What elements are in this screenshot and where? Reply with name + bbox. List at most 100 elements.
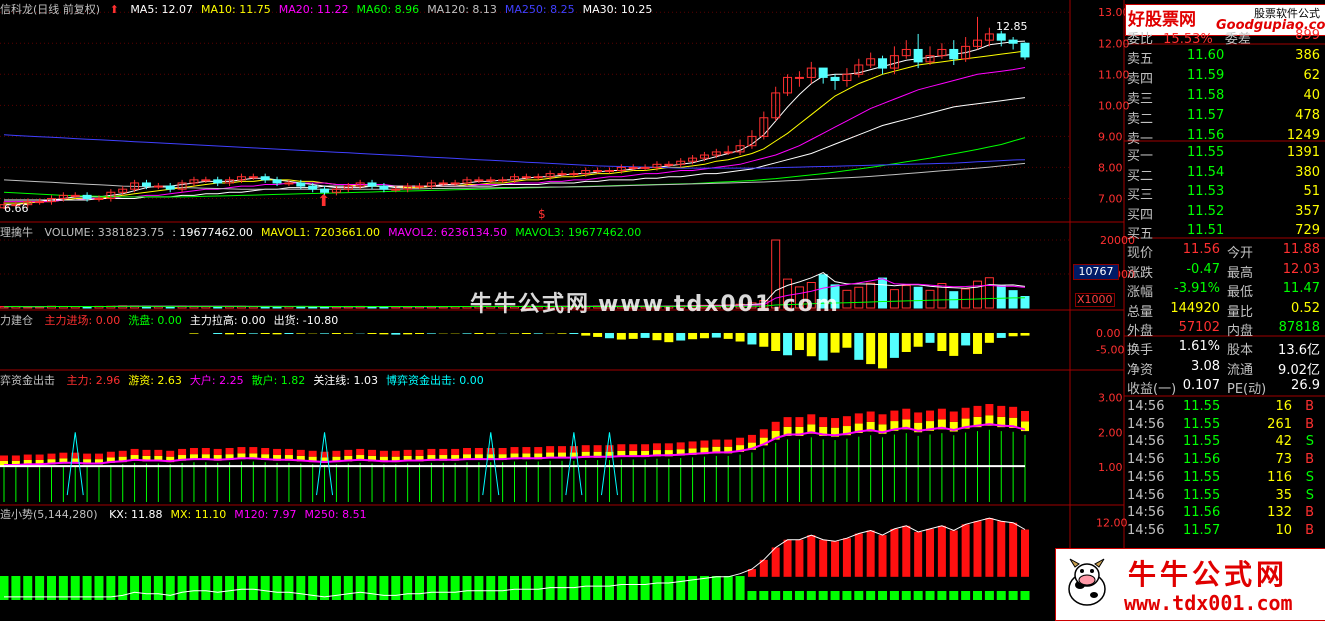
trend-bar-red bbox=[855, 534, 863, 577]
trend-bar-green bbox=[439, 576, 448, 600]
game-bar-red bbox=[451, 449, 459, 455]
volume-bar bbox=[926, 290, 934, 308]
candle-body bbox=[795, 77, 803, 78]
stat-value: 12.03 bbox=[1283, 262, 1320, 277]
price-indicator-3: MA60: 8.96 bbox=[356, 3, 419, 16]
game-bar-red bbox=[119, 451, 127, 457]
stat-value: 26.9 bbox=[1291, 378, 1320, 393]
trend-bar-green bbox=[807, 591, 816, 600]
candle-body bbox=[71, 195, 79, 196]
tick-time: 14:56 bbox=[1127, 434, 1164, 449]
buy-row: 买二11.54380 bbox=[1127, 165, 1322, 183]
candle-body bbox=[309, 186, 317, 189]
candle-body bbox=[534, 177, 542, 178]
candle-body bbox=[261, 177, 269, 180]
buy-label: 买二 bbox=[1127, 165, 1153, 184]
volume-bar bbox=[843, 290, 851, 308]
trend-bar-green bbox=[1009, 591, 1018, 600]
stat-row: 涨跌-0.47最高12.03 bbox=[1127, 262, 1322, 280]
sell-label: 卖三 bbox=[1127, 88, 1153, 107]
ma-line-ma250 bbox=[4, 135, 1025, 168]
stat-label: 股本 bbox=[1227, 339, 1253, 358]
trend-title: 造小势(5,144,280) bbox=[0, 508, 98, 521]
weicha-value: 899 bbox=[1295, 28, 1320, 43]
center-watermark-cn: 牛牛公式网 bbox=[470, 292, 590, 317]
game-bar-red bbox=[890, 411, 898, 421]
trend-bar-green bbox=[261, 576, 270, 600]
stat-value: 3.08 bbox=[1191, 359, 1220, 374]
capital-bar bbox=[997, 333, 1006, 338]
game-bar-red bbox=[748, 435, 756, 443]
game-bar-red bbox=[463, 448, 471, 454]
trend-bar-red bbox=[807, 535, 815, 577]
tick-price: 11.55 bbox=[1183, 417, 1220, 432]
game-bar-red bbox=[154, 450, 162, 456]
tick-price: 11.56 bbox=[1183, 505, 1220, 520]
trend-bar-green bbox=[415, 576, 424, 600]
capital-bar bbox=[629, 333, 638, 339]
trend-bar-red bbox=[914, 532, 922, 577]
trend-bar-green bbox=[237, 576, 246, 600]
game-bar-red bbox=[36, 455, 44, 460]
tick-row: 14:5611.5516B bbox=[1127, 399, 1322, 417]
tick-side: S bbox=[1306, 488, 1314, 503]
sell-volume: 478 bbox=[1295, 108, 1320, 123]
stat-label: 换手 bbox=[1127, 339, 1153, 358]
capital-indicator-1: 洗盘: 0.00 bbox=[128, 314, 182, 327]
game-legend: 弈资金出击 主力: 2.96游资: 2.63大户: 2.25散户: 1.82关注… bbox=[0, 372, 484, 388]
stat-value: 11.47 bbox=[1283, 281, 1320, 296]
game-bar-red bbox=[249, 447, 257, 453]
volume-bar bbox=[914, 287, 922, 308]
game-bar-red bbox=[855, 413, 863, 423]
tick-volume: 42 bbox=[1275, 434, 1292, 449]
candle-body bbox=[1009, 40, 1017, 43]
candle-body bbox=[416, 186, 424, 187]
trend-bar-green bbox=[747, 591, 756, 600]
capital-bar bbox=[415, 333, 424, 334]
tick-side: B bbox=[1305, 417, 1314, 432]
game-bar-red bbox=[831, 418, 839, 428]
tick-price: 11.55 bbox=[1183, 434, 1220, 449]
game-bar-red bbox=[1021, 411, 1029, 421]
game-tick-label: 2.00 bbox=[1098, 426, 1123, 439]
buy-price: 11.52 bbox=[1187, 204, 1224, 219]
tick-time: 14:56 bbox=[1127, 505, 1164, 520]
game-bar-red bbox=[285, 449, 293, 455]
high-price-label: 12.85 bbox=[996, 20, 1028, 33]
capital-bar bbox=[581, 333, 590, 336]
sell-volume: 62 bbox=[1303, 68, 1320, 83]
stat-label: 收益(一) bbox=[1127, 378, 1176, 397]
stat-label: 涨跌 bbox=[1127, 262, 1153, 281]
candle-body bbox=[475, 180, 483, 181]
trend-bar-green bbox=[700, 576, 709, 600]
capital-bar bbox=[249, 333, 258, 334]
tick-time: 14:56 bbox=[1127, 399, 1164, 414]
stat-value: 9.02亿 bbox=[1278, 359, 1320, 378]
tick-row: 14:5611.5535S bbox=[1127, 488, 1322, 506]
weibi-value: 15.53% bbox=[1163, 32, 1213, 47]
capital-bar bbox=[1009, 333, 1018, 336]
volume-indicator-3: MAVOL2: 6236134.50 bbox=[388, 226, 507, 239]
candle-body bbox=[392, 189, 400, 190]
candle-body bbox=[570, 174, 578, 175]
trend-bar-green bbox=[736, 576, 745, 600]
buy-label: 买五 bbox=[1127, 223, 1153, 242]
game-bar-red bbox=[712, 440, 720, 447]
capital-bar bbox=[463, 333, 472, 334]
game-bar-red bbox=[190, 448, 198, 454]
volume-bar bbox=[902, 286, 910, 308]
trend-bar-green bbox=[427, 576, 436, 600]
game-bar-red bbox=[689, 441, 697, 448]
game-bar-red bbox=[427, 449, 435, 455]
game-bar-red bbox=[0, 455, 8, 460]
capital-bar bbox=[937, 333, 946, 351]
candle-body bbox=[629, 167, 637, 168]
trend-bar-green bbox=[332, 576, 341, 600]
tick-volume: 10 bbox=[1275, 523, 1292, 538]
buy-row: 买一11.551391 bbox=[1127, 145, 1322, 163]
game-indicator-2: 大户: 2.25 bbox=[190, 374, 244, 387]
volume-title: 理擒牛 bbox=[0, 226, 33, 239]
trend-bar-green bbox=[854, 591, 863, 600]
capital-bar bbox=[807, 333, 816, 356]
tick-side: B bbox=[1305, 399, 1314, 414]
